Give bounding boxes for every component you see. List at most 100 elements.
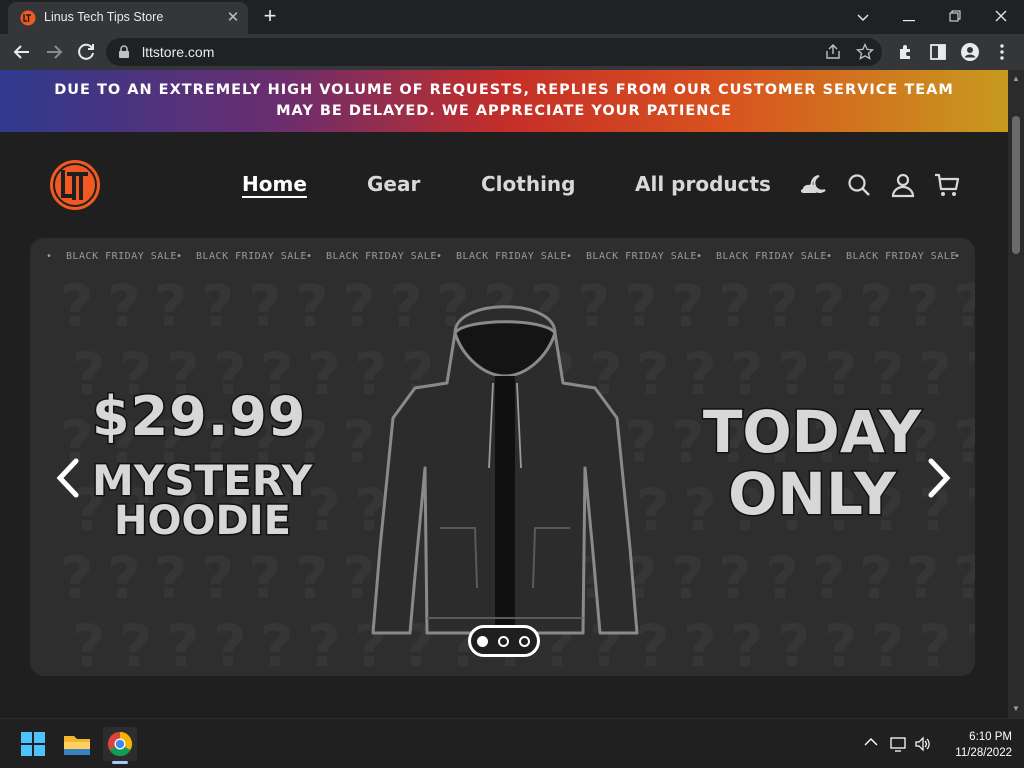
hoodie-image: [371, 305, 639, 635]
pattern-question-mark: ?: [72, 612, 106, 674]
ticker-text: BLACK FRIDAY SALE: [586, 251, 697, 262]
pattern-question-mark: ?: [307, 340, 341, 408]
folder-icon: [64, 736, 90, 755]
url-text[interactable]: lttstore.com: [142, 44, 214, 60]
pattern-question-mark: ?: [671, 274, 705, 340]
carousel-pagination: [468, 625, 540, 657]
pattern-question-mark: ?: [119, 612, 153, 674]
pattern-question-mark: ?: [871, 612, 905, 674]
site-header: Home Gear Clothing All products: [0, 132, 1008, 238]
pattern-question-mark: ?: [107, 544, 141, 612]
search-icon[interactable]: [846, 172, 872, 198]
pattern-question-mark: ?: [60, 274, 94, 340]
browser-tab-strip: Linus Tech Tips Store ✕ +: [0, 0, 1024, 34]
nav-all-products-link[interactable]: All products: [635, 172, 771, 196]
pattern-question-mark: ?: [730, 612, 764, 674]
back-icon[interactable]: [10, 40, 34, 64]
nav-clothing-link[interactable]: Clothing: [481, 172, 575, 196]
hero-today-only: TODAY ONLY: [701, 398, 922, 528]
carousel-next-icon[interactable]: [925, 458, 953, 498]
file-explorer-button[interactable]: [60, 727, 94, 761]
forward-icon[interactable]: [42, 40, 66, 64]
restore-icon[interactable]: [940, 4, 970, 30]
pattern-question-mark: ?: [918, 612, 952, 674]
carousel-dot[interactable]: [519, 636, 530, 647]
reload-icon[interactable]: [74, 40, 98, 64]
pattern-question-mark: ?: [965, 612, 975, 674]
pattern-question-mark: ?: [248, 544, 282, 612]
pattern-question-mark: ?: [718, 544, 752, 612]
pattern-question-mark: ?: [918, 340, 952, 408]
carousel-prev-icon[interactable]: [54, 458, 82, 498]
ticker-text: BLACK FRIDAY SALE: [716, 251, 827, 262]
ltt-logo[interactable]: [48, 158, 102, 212]
chrome-taskbar-button[interactable]: [103, 727, 137, 761]
tab-search-icon[interactable]: [848, 4, 878, 30]
lock-icon[interactable]: [118, 45, 130, 59]
pattern-question-mark: ?: [965, 340, 975, 408]
system-clock[interactable]: 6:10 PM 11/28/2022: [936, 729, 1012, 761]
address-bar[interactable]: lttstore.com: [106, 38, 882, 66]
volume-icon[interactable]: [914, 736, 932, 752]
scroll-up-icon[interactable]: ▲: [1011, 74, 1021, 84]
close-window-icon[interactable]: [986, 4, 1016, 30]
windows-logo-icon: [21, 732, 45, 756]
hero-title-line2: HOODIE: [113, 497, 293, 546]
pattern-question-mark: ?: [295, 274, 329, 340]
browser-tab[interactable]: Linus Tech Tips Store ✕: [8, 2, 248, 34]
announcement-text: DUE TO AN EXTREMELY HIGH VOLUME OF REQUE…: [54, 82, 954, 119]
pattern-question-mark: ?: [765, 274, 799, 340]
scroll-thumb[interactable]: [1012, 116, 1020, 254]
chrome-icon: [107, 732, 133, 757]
pattern-question-mark: ?: [248, 274, 282, 340]
tab-close-icon[interactable]: ✕: [224, 9, 242, 27]
extensions-icon[interactable]: [896, 42, 916, 62]
pattern-question-mark: ?: [166, 612, 200, 674]
tray-chevron-icon[interactable]: [862, 736, 880, 752]
page-viewport: DUE TO AN EXTREMELY HIGH VOLUME OF REQUE…: [0, 70, 1008, 718]
theme-toggle-icon[interactable]: [801, 172, 827, 198]
pattern-question-mark: ?: [859, 274, 893, 340]
start-button[interactable]: [16, 727, 50, 761]
pattern-question-mark: ?: [906, 274, 940, 340]
account-icon[interactable]: [890, 172, 916, 198]
profile-icon[interactable]: [960, 42, 980, 62]
pattern-question-mark: ?: [965, 476, 975, 544]
pattern-question-mark: ?: [295, 544, 329, 612]
pattern-question-mark: ?: [107, 274, 141, 340]
new-tab-icon[interactable]: +: [258, 5, 282, 29]
ticker-text: BLACK FRIDAY SALE: [196, 251, 307, 262]
carousel-dot[interactable]: [498, 636, 509, 647]
pattern-question-mark: ?: [60, 544, 94, 612]
menu-icon[interactable]: [992, 42, 1012, 62]
minimize-icon[interactable]: [894, 4, 924, 30]
ticker-text: BLACK FRIDAY SALE: [456, 251, 567, 262]
side-panel-icon[interactable]: [928, 42, 948, 62]
pattern-question-mark: ?: [154, 274, 188, 340]
ticker-text: BLACK FRIDAY SALE: [326, 251, 437, 262]
network-icon[interactable]: [890, 736, 908, 752]
clock-time: 6:10 PM: [969, 731, 1012, 743]
page-scrollbar[interactable]: ▲ ▼: [1008, 70, 1024, 718]
bookmark-star-icon[interactable]: [856, 43, 874, 61]
cart-icon[interactable]: [934, 172, 960, 198]
scroll-down-icon[interactable]: ▼: [1011, 704, 1021, 714]
ltt-favicon-icon: [20, 10, 36, 26]
hero-carousel[interactable]: • BLACK FRIDAY SALE • BLACK FRIDAY SALE …: [30, 238, 975, 676]
pattern-question-mark: ?: [765, 544, 799, 612]
pattern-question-mark: ?: [906, 544, 940, 612]
carousel-dot[interactable]: [477, 636, 488, 647]
active-app-indicator: [112, 761, 128, 764]
pattern-question-mark: ?: [718, 274, 752, 340]
pattern-question-mark: ?: [307, 612, 341, 674]
windows-taskbar: 6:10 PM 11/28/2022: [0, 718, 1024, 768]
sale-ticker: • BLACK FRIDAY SALE • BLACK FRIDAY SALE …: [46, 251, 961, 262]
nav-home-link[interactable]: Home: [242, 172, 307, 196]
pattern-question-mark: ?: [213, 612, 247, 674]
nav-gear-link[interactable]: Gear: [367, 172, 420, 196]
share-icon[interactable]: [824, 43, 842, 61]
pattern-question-mark: ?: [812, 274, 846, 340]
hero-price: $29.99: [90, 384, 307, 450]
pattern-question-mark: ?: [671, 544, 705, 612]
browser-toolbar: lttstore.com: [0, 34, 1024, 70]
